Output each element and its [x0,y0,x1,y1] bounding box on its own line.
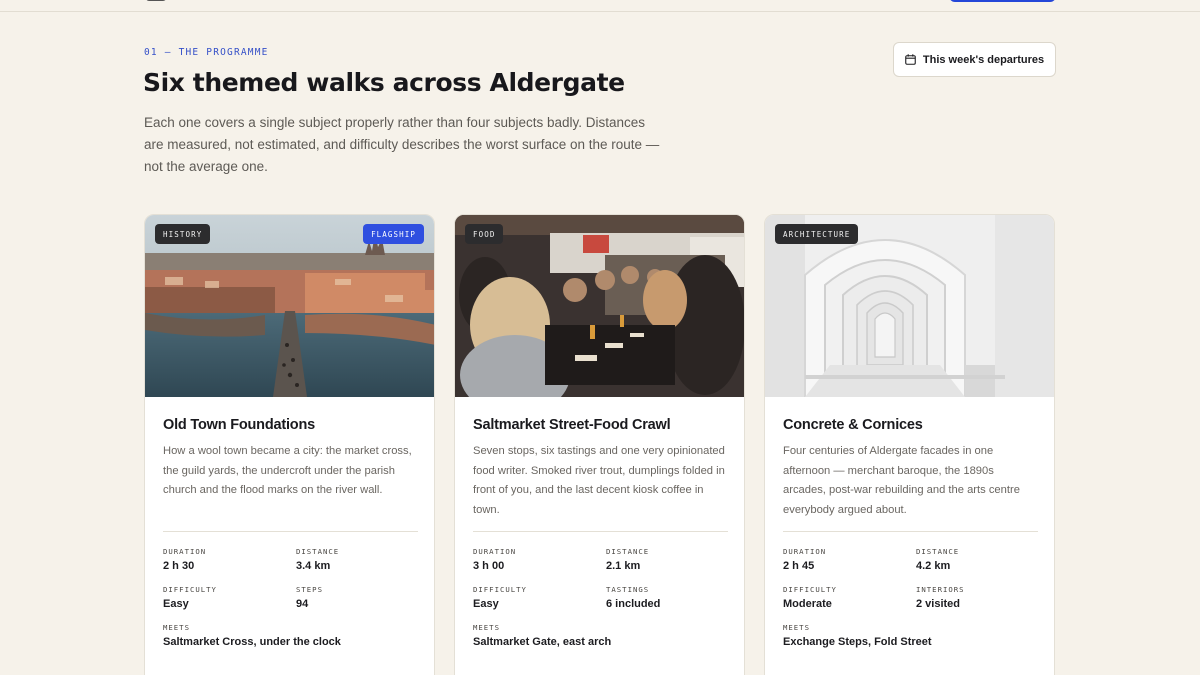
site-header [0,0,1200,12]
header-cta-button-edge[interactable] [949,0,1056,2]
this-weeks-departures-button[interactable]: This week's departures [893,42,1056,77]
card-divider [783,531,1038,532]
stat-meets: MEETS Saltmarket Gate, east arch [473,623,612,648]
card-stats: DURATION 2 h 45 DISTANCE 4.2 km DIFFICULTY… [783,547,1038,657]
stat-steps: STEPS 94 [296,585,323,610]
category-tag: FOOD [465,224,504,244]
stat-duration: DURATION 3 h 00 [473,547,517,572]
section-eyebrow: 01 — THE PROGRAMME [144,47,269,58]
card-stats: DURATION 2 h 30 DISTANCE 3.4 km DIFFICULTY… [163,547,418,657]
stat-interiors: INTERIORS 2 visited [916,585,965,610]
card-description: How a wool town became a city: the marke… [163,445,412,496]
stat-meets: MEETS Saltmarket Cross, under the clock [163,623,341,648]
card-description: Four centuries of Aldergate facades in o… [783,445,1020,516]
card-description: Seven stops, six tastings and one very o… [473,445,725,516]
flagship-badge: FLAGSHIP [363,224,424,244]
section-title: Six themed walks across Aldergate [143,68,625,97]
stat-duration: DURATION 2 h 30 [163,547,207,572]
card-divider [473,531,728,532]
card-title[interactable]: Saltmarket Street-Food Crawl [473,417,728,433]
walk-card-old-town[interactable]: HISTORY FLAGSHIP Old Town Foundations Ho… [144,214,435,675]
card-title[interactable]: Old Town Foundations [163,417,418,433]
stat-difficulty: DIFFICULTY Easy [473,585,527,610]
stat-distance: DISTANCE 4.2 km [916,547,960,572]
card-stats: DURATION 3 h 00 DISTANCE 2.1 km DIFFICULTY… [473,547,728,657]
section-lede: Each one covers a single subject properl… [144,115,660,174]
stat-duration: DURATION 2 h 45 [783,547,827,572]
stat-difficulty: DIFFICULTY Moderate [783,585,837,610]
stat-difficulty: DIFFICULTY Easy [163,585,217,610]
calendar-icon [905,54,916,65]
stat-tastings: TASTINGS 6 included [606,585,661,610]
card-title[interactable]: Concrete & Cornices [783,417,1038,433]
walk-card-architecture[interactable]: ARCHITECTURE Concrete & Cornices Four ce… [764,214,1055,675]
stat-meets: MEETS Exchange Steps, Fold Street [783,623,932,648]
card-divider [163,531,418,532]
header-logo-edge[interactable] [146,0,166,1]
category-tag: HISTORY [155,224,211,244]
stat-distance: DISTANCE 2.1 km [606,547,650,572]
stat-distance: DISTANCE 3.4 km [296,547,340,572]
category-tag: ARCHITECTURE [775,224,859,244]
departures-label: This week's departures [922,53,1045,66]
walk-card-street-food[interactable]: FOOD Saltmarket Street-Food Crawl Seven … [454,214,745,675]
